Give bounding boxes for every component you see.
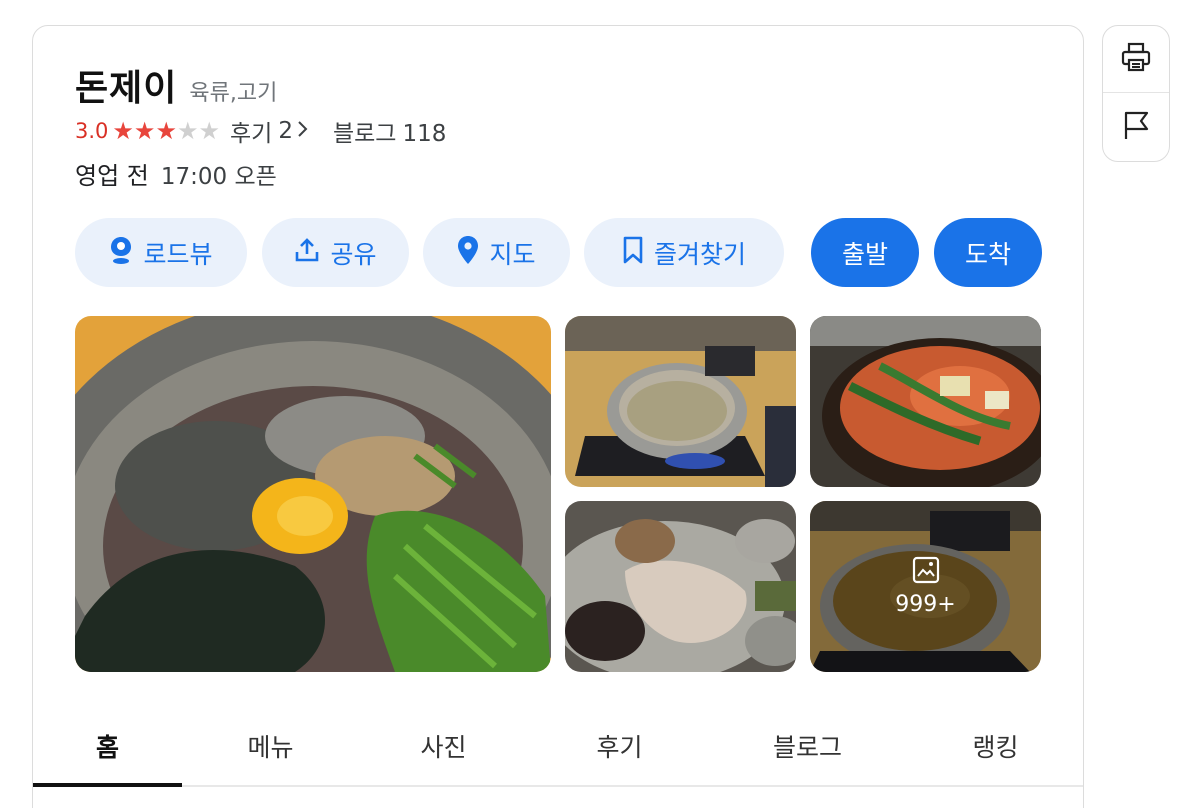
reviews-link[interactable]: 후기 2 — [230, 114, 309, 148]
hours-row: 영업 전 17:00 오픈 — [75, 156, 277, 191]
share-button[interactable]: 공유 — [262, 218, 409, 287]
bookmark-icon — [622, 236, 644, 270]
grilled-meat-photo[interactable] — [565, 501, 796, 672]
bookmark-label: 즐겨찾기 — [653, 239, 746, 269]
blog-link[interactable]: 블로그 118 — [333, 114, 446, 148]
tab-bar: 홈 메뉴 사진 후기 블로그 랭킹 — [33, 706, 1083, 787]
arrival-button[interactable]: 도착 — [934, 218, 1042, 287]
reviews-count: 2 — [278, 118, 293, 144]
departure-label: 출발 — [841, 239, 888, 269]
bookmark-button[interactable]: 즐겨찾기 — [584, 218, 784, 287]
star-icon: ★ — [198, 117, 220, 145]
place-name: 돈제이 — [75, 68, 178, 109]
more-photos-count: 999+ — [895, 592, 956, 617]
printer-icon — [1120, 41, 1152, 77]
tab-photos-label: 사진 — [420, 732, 467, 762]
chevron-right-icon — [297, 119, 309, 143]
share-label: 공유 — [330, 239, 377, 269]
tab-blog-label: 블로그 — [772, 732, 842, 762]
print-button[interactable] — [1103, 26, 1169, 93]
tab-menu[interactable]: 메뉴 — [196, 706, 345, 785]
title-row: 돈제이 육류,고기 — [75, 59, 277, 111]
roadview-label: 로드뷰 — [143, 239, 213, 269]
side-tools — [1102, 25, 1170, 162]
blog-label: 블로그 — [332, 121, 397, 147]
tab-home-label: 홈 — [95, 732, 119, 762]
tab-active-indicator — [33, 783, 182, 787]
tab-home[interactable]: 홈 — [33, 706, 182, 787]
hours-time: 17:00 오픈 — [160, 164, 277, 190]
tab-reviews-label: 후기 — [596, 732, 643, 762]
more-photos-overlay: 999+ — [810, 501, 1041, 672]
star-icon: ★ — [155, 117, 177, 145]
tab-ranking-label: 랭킹 — [972, 732, 1019, 762]
report-button[interactable] — [1103, 94, 1169, 161]
roadview-icon — [109, 235, 133, 271]
arrival-label: 도착 — [964, 239, 1011, 269]
rating-stars: ★ ★ ★ ★ ★ — [112, 119, 220, 143]
map-pin-icon — [457, 235, 479, 271]
reviews-label: 후기 — [229, 121, 273, 147]
rating-row: 3.0 ★ ★ ★ ★ ★ 후기 2 블로그 118 — [75, 114, 446, 148]
bibim-noodles-photo[interactable] — [75, 316, 551, 672]
star-icon: ★ — [133, 117, 156, 145]
tab-blog[interactable]: 블로그 — [733, 706, 882, 785]
flag-icon — [1121, 110, 1151, 146]
map-button[interactable]: 지도 — [423, 218, 570, 287]
place-category: 육류,고기 — [189, 81, 278, 106]
tab-menu-label: 메뉴 — [247, 732, 294, 762]
gallery-icon — [912, 556, 940, 584]
tab-reviews[interactable]: 후기 — [545, 706, 694, 785]
tab-ranking[interactable]: 랭킹 — [921, 706, 1070, 785]
star-icon: ★ — [176, 117, 199, 145]
roadview-button[interactable]: 로드뷰 — [75, 218, 247, 287]
share-icon — [294, 237, 320, 269]
blog-count: 118 — [402, 121, 447, 147]
departure-button[interactable]: 출발 — [811, 218, 919, 287]
soup-pot-photo[interactable]: 999+ — [810, 501, 1041, 672]
stew-pot-photo[interactable] — [810, 316, 1041, 487]
pot-on-stove-photo[interactable] — [565, 316, 796, 487]
tab-photos[interactable]: 사진 — [369, 706, 518, 785]
hours-status: 영업 전 — [75, 162, 149, 190]
star-icon: ★ — [112, 117, 134, 145]
rating-value: 3.0 — [75, 119, 109, 143]
place-card: 돈제이 육류,고기 3.0 ★ ★ ★ ★ ★ 후기 2 블로그 118 영업 전 17:… — [32, 25, 1084, 808]
map-label: 지도 — [489, 239, 536, 269]
